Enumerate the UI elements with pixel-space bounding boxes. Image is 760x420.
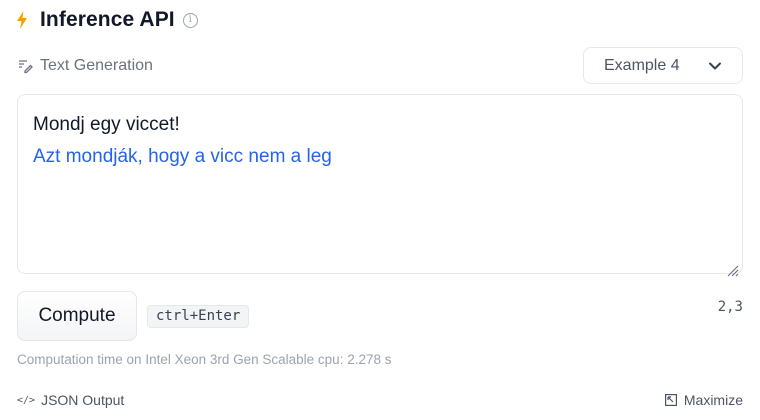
- compute-button[interactable]: Compute: [17, 291, 137, 341]
- info-icon[interactable]: i: [182, 12, 198, 28]
- text-generation-icon: [17, 58, 33, 74]
- prompt-text: Mondj egy viccet!: [33, 114, 180, 135]
- example-select-value: Example 4: [604, 56, 680, 74]
- keyboard-shortcut: ctrl+Enter: [147, 305, 250, 328]
- code-icon: </>: [17, 394, 36, 406]
- completion-text: Azt mondják, hogy a vicc nem a leg: [33, 146, 332, 167]
- token-counter: 2,3: [717, 299, 743, 315]
- lightning-bolt-icon: [16, 10, 30, 30]
- widget-header: Inference API i: [16, 6, 198, 34]
- json-output-label: JSON Output: [41, 392, 125, 408]
- chevron-down-icon: [708, 59, 722, 73]
- maximize-icon: [664, 394, 677, 406]
- maximize-label: Maximize: [683, 392, 743, 408]
- input-textarea[interactable]: Mondj egy viccet! Azt mondják, hogy a vi…: [17, 94, 743, 277]
- computation-time: Computation time on Intel Xeon 3rd Gen S…: [17, 352, 392, 367]
- maximize-button[interactable]: Maximize: [664, 392, 743, 408]
- json-output-toggle[interactable]: </> JSON Output: [17, 392, 124, 408]
- task-type: Text Generation: [17, 55, 153, 77]
- example-select[interactable]: Example 4: [583, 47, 743, 84]
- widget-title: Inference API: [40, 8, 175, 31]
- resize-handle-icon[interactable]: [725, 256, 739, 277]
- task-label: Text Generation: [40, 57, 153, 74]
